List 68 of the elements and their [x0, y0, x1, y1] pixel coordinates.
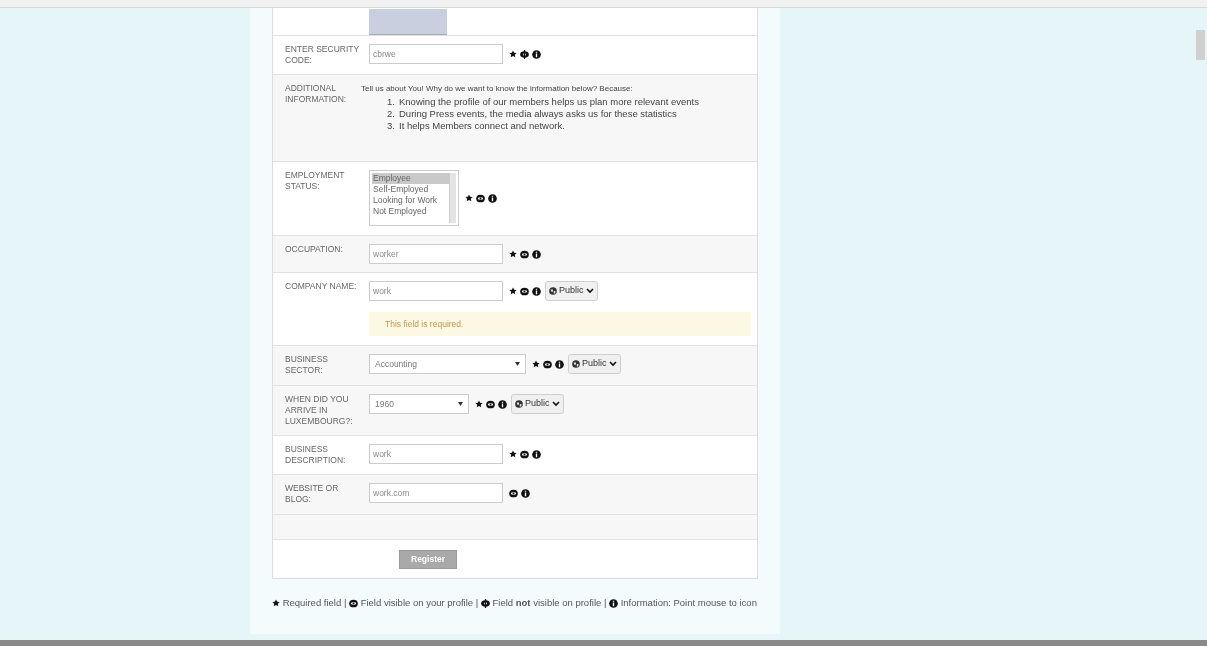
info-icon[interactable]: [521, 488, 530, 498]
list-number: 2.: [387, 108, 396, 120]
star-icon: [532, 360, 540, 368]
field-label: ENTER SECURITY CODE:: [285, 44, 360, 66]
legend-text: Required field | Field visible on your profile | Field not visible on profile | Information: Point mouse to icon: [272, 595, 758, 610]
info-icon[interactable]: [532, 249, 541, 259]
scrollbar[interactable]: [1196, 30, 1205, 60]
field-label: EMPLOYMENT STATUS:: [285, 170, 346, 192]
star-icon: [475, 400, 483, 408]
field-label: WHEN DID YOU ARRIVE IN LUXEMBOURG?:: [285, 394, 354, 427]
globe-icon: [572, 360, 580, 368]
input-field[interactable]: cbrwe: [369, 44, 503, 64]
field-label: WEBSITE OR BLOG:: [285, 483, 340, 505]
info-icon[interactable]: [488, 193, 497, 203]
list-option[interactable]: Self-Employed: [372, 184, 449, 195]
intro-text: Tell us about You! Why do we want to know the information below? Because:: [361, 83, 634, 95]
list-text: During Press events, the media always asks us for these statistics: [399, 108, 677, 120]
eye-slash-icon[interactable]: [480, 599, 490, 608]
chevron-down-icon: [585, 288, 594, 294]
list-option[interactable]: Employee: [372, 173, 449, 184]
list-number: 1.: [387, 96, 396, 108]
info-icon[interactable]: [532, 286, 541, 296]
input-field[interactable]: work.com: [369, 483, 503, 503]
info-icon[interactable]: [532, 449, 541, 459]
eye-icon[interactable]: [520, 449, 529, 459]
star-icon: [465, 194, 473, 202]
chevron-down-icon: [551, 401, 560, 407]
eye-icon[interactable]: [349, 599, 358, 608]
eye-icon[interactable]: [543, 359, 552, 369]
star-icon: [509, 250, 517, 258]
dropdown-arrow-icon: [458, 402, 463, 406]
field-label: COMPANY NAME:: [285, 281, 358, 292]
eye-icon[interactable]: [509, 488, 518, 498]
chevron-down-icon: [608, 361, 617, 367]
list-option[interactable]: Looking for Work: [372, 195, 449, 206]
globe-icon: [549, 287, 557, 295]
list-text: It helps Members connect and network.: [399, 120, 565, 132]
dropdown-arrow-icon: [515, 362, 520, 366]
star-icon: [509, 50, 517, 58]
select-field[interactable]: Accounting: [369, 354, 526, 374]
input-field[interactable]: work: [369, 281, 503, 301]
privacy-dropdown[interactable]: Public: [511, 394, 564, 414]
list-text: Knowing the profile of our members helps us plan more relevant events: [399, 96, 699, 108]
eye-icon[interactable]: [476, 193, 485, 203]
star-icon: [272, 599, 280, 608]
privacy-dropdown[interactable]: Public: [545, 281, 598, 301]
eye-icon[interactable]: [486, 399, 495, 409]
field-label: OCCUPATION:: [285, 244, 344, 255]
input-field[interactable]: worker: [369, 244, 503, 264]
field-label: BUSINESS DESCRIPTION:: [285, 444, 347, 466]
list-option[interactable]: Not Employed: [372, 206, 449, 217]
listbox[interactable]: Employee Self-Employed Looking for Work Not Employed: [369, 170, 459, 226]
star-icon: [509, 287, 517, 295]
error-message: This field is required.: [369, 312, 751, 336]
eye-icon[interactable]: [520, 286, 529, 296]
input-field[interactable]: work: [369, 444, 503, 464]
star-icon: [509, 450, 517, 458]
info-icon[interactable]: [555, 359, 564, 369]
info-icon[interactable]: [609, 599, 619, 608]
list-number: 3.: [387, 120, 396, 132]
privacy-dropdown[interactable]: Public: [568, 354, 621, 374]
globe-icon: [515, 400, 523, 408]
info-icon[interactable]: [532, 49, 541, 59]
eye-icon[interactable]: [520, 249, 529, 259]
select-field[interactable]: 1960: [369, 394, 469, 414]
eye-slash-icon[interactable]: [520, 49, 529, 59]
info-icon[interactable]: [498, 399, 507, 409]
field-label: BUSINESS SECTOR:: [285, 354, 329, 376]
